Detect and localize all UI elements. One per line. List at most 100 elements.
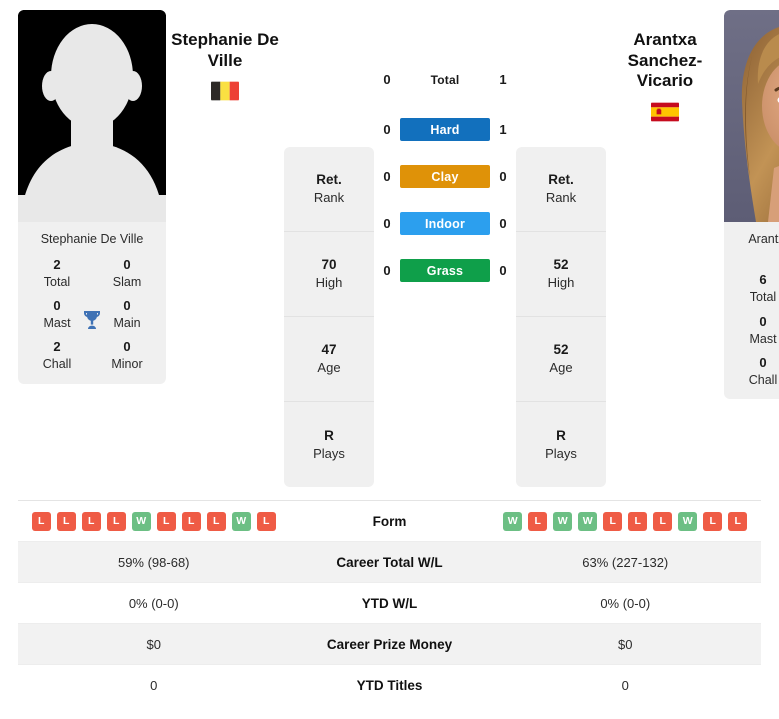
right-info-plays-label: Plays: [545, 445, 577, 461]
form-badge-l: L: [603, 511, 623, 531]
left-career-total-wl: 59% (98-68): [117, 554, 190, 570]
form-badge-l: L: [206, 511, 226, 531]
left-player-photo-name: Stephanie De Ville: [40, 232, 144, 246]
left-info-plays-value: R: [324, 427, 334, 443]
player-comparison-page: Stephanie De Ville 2 Total 0 Slam 0 Mast…: [0, 0, 779, 719]
form-badge-w: W: [131, 511, 151, 531]
right-info-rank: Ret. Rank: [516, 147, 606, 232]
table-row-ytd-titles: 0 YTD Titles 0: [18, 665, 761, 706]
surface-grass-left-value: 0: [383, 263, 391, 278]
right-titles-mast-value: 0: [759, 313, 767, 329]
surface-indoor-label[interactable]: Indoor: [400, 212, 490, 235]
left-info-plays: R Plays: [284, 402, 374, 487]
table-row-form: LLLLWLLLWL Form WLWWLLLWLL: [18, 501, 761, 542]
surface-total-right-value: 1: [499, 72, 507, 87]
right-ytd-titles: 0: [621, 678, 629, 693]
left-info-high-label: High: [315, 275, 343, 291]
left-titles-total: 2 Total: [22, 257, 92, 289]
left-titles-minor-value: 0: [123, 339, 131, 355]
right-titles-total: 6 Total: [728, 272, 779, 305]
right-titles-total-label: Total: [749, 290, 777, 305]
right-info-plays-value: R: [556, 427, 566, 443]
left-info-rank-label: Rank: [313, 190, 345, 206]
form-badge-w: W: [578, 511, 598, 531]
surface-row-clay: 0 Clay 0: [374, 165, 516, 188]
table-row-career-total-wl: 59% (98-68) Career Total W/L 63% (227-13…: [18, 542, 761, 583]
left-titles-slam: 0 Slam: [92, 256, 162, 289]
right-player-photo: [724, 10, 779, 222]
player-portrait-image: [724, 10, 779, 222]
left-info-high: 70 High: [284, 232, 374, 317]
left-titles-slam-value: 0: [123, 256, 131, 272]
right-career-total-wl: 63% (227-132): [582, 554, 669, 570]
surface-row-total: 0 Total 1: [374, 68, 516, 91]
surface-row-hard: 0 Hard 1: [374, 118, 516, 141]
form-badge-w: W: [503, 511, 523, 531]
right-player-card[interactable]: Arantxa Sanchez-Vicario 6 Total 1 Slam 0…: [724, 10, 779, 400]
form-badge-l: L: [156, 511, 176, 531]
form-badge-l: L: [628, 511, 648, 531]
surface-grass-right-value: 0: [499, 263, 507, 278]
left-titles-total-label: Total: [43, 274, 71, 289]
left-player-name: Stephanie De Ville: [171, 30, 279, 70]
right-info-age-label: Age: [549, 360, 573, 376]
form-badge-l: L: [703, 511, 723, 531]
form-badge-w: W: [231, 511, 251, 531]
right-titles-total-value: 6: [759, 272, 767, 288]
left-ytd-titles: 0: [150, 678, 158, 693]
right-career-prize-money: $0: [618, 636, 633, 652]
form-badge-l: L: [31, 511, 51, 531]
surface-total-label: Total: [430, 72, 460, 87]
stat-label-ytd-titles: YTD Titles: [356, 678, 423, 693]
form-badge-l: L: [106, 511, 126, 531]
right-player-photo-name: Arantxa Sanchez-Vicario: [748, 232, 779, 246]
left-player-card[interactable]: Stephanie De Ville 2 Total 0 Slam 0 Mast…: [18, 10, 166, 384]
stat-label-career-prize-money: Career Prize Money: [326, 636, 453, 652]
right-info-high-label: High: [547, 275, 575, 291]
left-player-photo: [18, 10, 166, 222]
surface-row-grass: 0 Grass 0: [374, 259, 516, 282]
flag-spain-icon: [651, 102, 679, 122]
right-info-rank-value: Ret.: [548, 172, 574, 188]
right-ytd-wl: 0% (0-0): [600, 595, 651, 611]
left-info-plays-label: Plays: [313, 445, 345, 461]
surface-breakdown: 0 Total 1 0 Hard 1 0 Clay 0 0 Indoor 0 0: [374, 10, 516, 306]
right-titles-chall: 0 Chall: [728, 355, 779, 387]
left-form-badges: LLLLWLLLWL: [31, 511, 276, 531]
right-player-name-col: Arantxa Sanchez-Vicario: [606, 10, 724, 122]
surface-clay-left-value: 0: [383, 169, 391, 184]
surface-clay-label[interactable]: Clay: [400, 165, 490, 188]
left-info-high-value: 70: [321, 257, 337, 273]
left-player-name-col: Stephanie De Ville: [166, 10, 284, 101]
right-info-card: Ret. Rank 52 High 52 Age R Plays: [516, 147, 606, 487]
left-info-rank: Ret. Rank: [284, 147, 374, 232]
right-titles-mast: 0 Mast: [728, 313, 779, 346]
stats-table: LLLLWLLLWL Form WLWWLLLWLL 59% (98-68) C…: [18, 500, 761, 706]
right-titles-chall-label: Chall: [748, 372, 778, 387]
form-badge-l: L: [256, 511, 276, 531]
left-titles-slam-label: Slam: [112, 274, 142, 289]
surface-row-indoor: 0 Indoor 0: [374, 212, 516, 235]
left-trophy-icon-wrap: [77, 305, 107, 335]
left-titles-grid: 2 Total 0 Slam 0 Mast 0 Main 2 Chall 0 M…: [18, 256, 166, 384]
right-info-age: 52 Age: [516, 317, 606, 402]
stat-label-ytd-wl: YTD W/L: [361, 595, 418, 611]
left-form-cell: LLLLWLLLWL: [18, 511, 290, 531]
surface-hard-label[interactable]: Hard: [400, 118, 490, 141]
left-titles-chall-value: 2: [53, 339, 61, 355]
form-badge-l: L: [728, 511, 748, 531]
stat-label-form: Form: [372, 513, 407, 529]
surface-indoor-left-value: 0: [383, 216, 391, 231]
form-badge-l: L: [181, 511, 201, 531]
surface-grass-label[interactable]: Grass: [400, 259, 490, 282]
surface-hard-right-value: 1: [499, 122, 507, 137]
surface-total-left-value: 0: [383, 72, 391, 87]
left-ytd-wl: 0% (0-0): [128, 595, 179, 611]
form-badge-l: L: [56, 511, 76, 531]
left-titles-minor-label: Minor: [111, 357, 143, 372]
right-info-rank-label: Rank: [545, 190, 577, 206]
left-info-card: Ret. Rank 70 High 47 Age R Plays: [284, 147, 374, 487]
trophy-icon: [84, 310, 100, 329]
right-info-age-value: 52: [553, 342, 569, 358]
surface-clay-right-value: 0: [499, 169, 507, 184]
